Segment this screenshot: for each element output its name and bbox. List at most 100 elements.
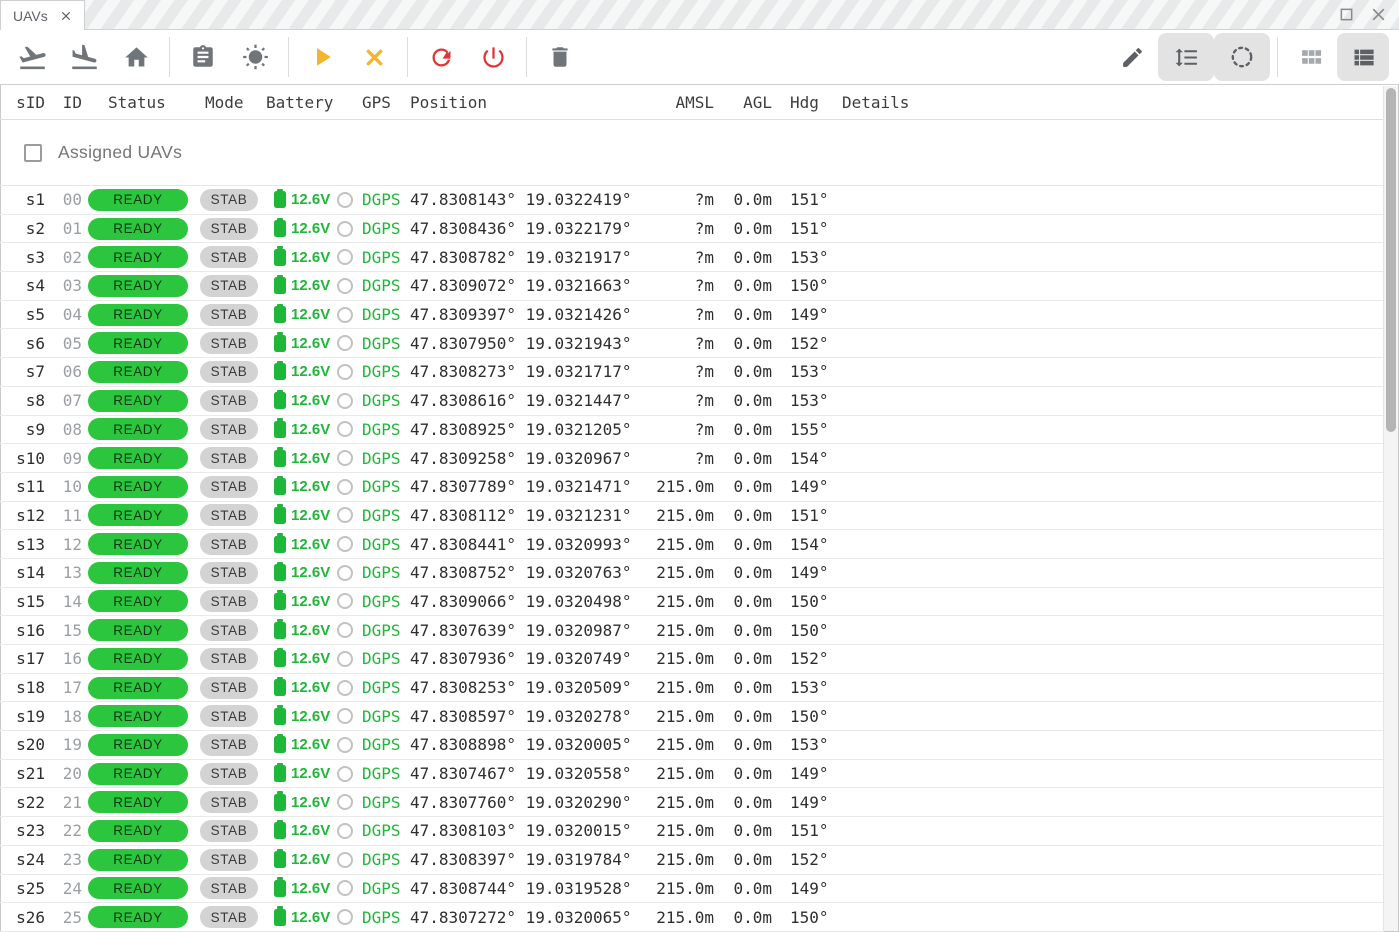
list-view-button[interactable]	[1337, 33, 1389, 81]
header-battery: Battery	[266, 93, 336, 112]
uav-id: 22	[46, 821, 82, 840]
power-off-button[interactable]	[467, 33, 519, 81]
remove-button[interactable]	[534, 33, 586, 81]
uav-row[interactable]: s8 07 READY STAB 12.6V DGPS 47.8308616° …	[0, 387, 1384, 416]
maximize-button[interactable]	[1337, 5, 1355, 23]
uav-row[interactable]: s12 11 READY STAB 12.6V DGPS 47.8308112°…	[0, 502, 1384, 531]
battery-icon	[274, 593, 286, 610]
toolbar-divider	[288, 37, 289, 77]
uav-rows: s1 00 READY STAB 12.6V DGPS 47.8308143° …	[0, 186, 1384, 932]
mode-badge: STAB	[200, 418, 258, 440]
uav-row[interactable]: s3 02 READY STAB 12.6V DGPS 47.8308782° …	[0, 243, 1384, 272]
assigned-uavs-checkbox[interactable]	[24, 144, 42, 162]
uav-row[interactable]: s2 01 READY STAB 12.6V DGPS 47.8308436° …	[0, 215, 1384, 244]
uav-sid: s6	[0, 334, 46, 353]
uav-row[interactable]: s14 13 READY STAB 12.6V DGPS 47.8308752°…	[0, 559, 1384, 588]
gps-fix-type: DGPS	[358, 735, 406, 754]
table-header: sID ID Status Mode Battery GPS Position …	[0, 85, 1384, 120]
land-button[interactable]	[58, 33, 110, 81]
uav-row[interactable]: s25 24 READY STAB 12.6V DGPS 47.8308744°…	[0, 875, 1384, 904]
uav-row[interactable]: s24 23 READY STAB 12.6V DGPS 47.8308397°…	[0, 846, 1384, 875]
gps-fix-type: DGPS	[358, 362, 406, 381]
battery-voltage: 12.6V	[291, 306, 330, 323]
tab-uavs[interactable]: UAVs	[0, 0, 85, 30]
amsl-value: 215.0m	[648, 649, 714, 668]
heading-value: 149°	[772, 764, 834, 783]
uav-row[interactable]: s6 05 READY STAB 12.6V DGPS 47.8307950° …	[0, 329, 1384, 358]
mode-badge: STAB	[200, 361, 258, 383]
gps-fix-type: DGPS	[358, 563, 406, 582]
uav-row[interactable]: s11 10 READY STAB 12.6V DGPS 47.8307789°…	[0, 473, 1384, 502]
cancel-button[interactable]	[348, 33, 400, 81]
status-badge: READY	[88, 648, 188, 670]
uav-row[interactable]: s1 00 READY STAB 12.6V DGPS 47.8308143° …	[0, 186, 1384, 215]
position: 47.8309066° 19.0320498°	[406, 592, 648, 611]
uav-row[interactable]: s4 03 READY STAB 12.6V DGPS 47.8309072° …	[0, 272, 1384, 301]
uav-sid: s10	[0, 449, 46, 468]
scrollbar-thumb[interactable]	[1386, 88, 1396, 432]
status-badge: READY	[88, 877, 188, 899]
status-badge: READY	[88, 533, 188, 555]
mode-badge: STAB	[200, 332, 258, 354]
battery-voltage: 12.6V	[291, 478, 330, 495]
uavs-window: UAVs	[0, 0, 1399, 932]
uav-row[interactable]: s26 25 READY STAB 12.6V DGPS 47.8307272°…	[0, 903, 1384, 932]
takeoff-button[interactable]	[6, 33, 58, 81]
uav-sid: s22	[0, 793, 46, 812]
position: 47.8308597° 19.0320278°	[406, 707, 648, 726]
header-sid: sID	[0, 93, 46, 112]
amsl-value: 215.0m	[648, 793, 714, 812]
signal-circle-icon	[337, 192, 353, 208]
amsl-value: ?m	[648, 190, 714, 209]
agl-value: 0.0m	[714, 879, 772, 898]
gps-fix-type: DGPS	[358, 305, 406, 324]
section-assigned-uavs[interactable]: Assigned UAVs	[0, 120, 1384, 186]
uav-row[interactable]: s7 06 READY STAB 12.6V DGPS 47.8308273° …	[0, 358, 1384, 387]
battery-voltage: 12.6V	[291, 363, 330, 380]
uav-row[interactable]: s19 18 READY STAB 12.6V DGPS 47.8308597°…	[0, 702, 1384, 731]
status-badge: READY	[88, 791, 188, 813]
window-controls	[1337, 5, 1387, 23]
start-button[interactable]	[296, 33, 348, 81]
status-badge: READY	[88, 476, 188, 498]
uav-row[interactable]: s15 14 READY STAB 12.6V DGPS 47.8309066°…	[0, 588, 1384, 617]
uav-row[interactable]: s21 20 READY STAB 12.6V DGPS 47.8307467°…	[0, 760, 1384, 789]
return-home-button[interactable]	[110, 33, 162, 81]
agl-value: 0.0m	[714, 735, 772, 754]
heading-value: 150°	[772, 908, 834, 927]
uav-id: 17	[46, 678, 82, 697]
uav-id: 13	[46, 563, 82, 582]
uav-sid: s15	[0, 592, 46, 611]
uav-row[interactable]: s5 04 READY STAB 12.6V DGPS 47.8309397° …	[0, 301, 1384, 330]
mode-badge: STAB	[200, 734, 258, 756]
section-label: Assigned UAVs	[58, 142, 182, 163]
grid-view-button[interactable]	[1285, 33, 1337, 81]
uav-row[interactable]: s9 08 READY STAB 12.6V DGPS 47.8308925° …	[0, 416, 1384, 445]
reboot-button[interactable]	[415, 33, 467, 81]
uav-sid: s21	[0, 764, 46, 783]
selection-mode-button[interactable]	[1214, 33, 1270, 81]
uav-row[interactable]: s18 17 READY STAB 12.6V DGPS 47.8308253°…	[0, 674, 1384, 703]
uav-row[interactable]: s20 19 READY STAB 12.6V DGPS 47.8308898°…	[0, 731, 1384, 760]
vertical-scrollbar[interactable]	[1383, 86, 1398, 931]
uav-row[interactable]: s10 09 READY STAB 12.6V DGPS 47.8309258°…	[0, 444, 1384, 473]
uav-row[interactable]: s23 22 READY STAB 12.6V DGPS 47.8308103°…	[0, 817, 1384, 846]
toolbar	[0, 30, 1399, 85]
checklist-button[interactable]	[177, 33, 229, 81]
uav-row[interactable]: s13 12 READY STAB 12.6V DGPS 47.8308441°…	[0, 530, 1384, 559]
amsl-value: 215.0m	[648, 707, 714, 726]
heading-value: 153°	[772, 678, 834, 697]
sort-button[interactable]	[1158, 33, 1214, 81]
mode-badge: STAB	[200, 218, 258, 240]
signal-circle-icon	[337, 708, 353, 724]
uav-row[interactable]: s17 16 READY STAB 12.6V DGPS 47.8307936°…	[0, 645, 1384, 674]
tab-close-icon[interactable]	[58, 8, 74, 24]
lights-button[interactable]	[229, 33, 281, 81]
mode-badge: STAB	[200, 820, 258, 842]
edit-button[interactable]	[1106, 33, 1158, 81]
uav-row[interactable]: s16 15 READY STAB 12.6V DGPS 47.8307639°…	[0, 616, 1384, 645]
battery-voltage: 12.6V	[291, 822, 330, 839]
close-button[interactable]	[1369, 5, 1387, 23]
uav-row[interactable]: s22 21 READY STAB 12.6V DGPS 47.8307760°…	[0, 788, 1384, 817]
uav-id: 20	[46, 764, 82, 783]
